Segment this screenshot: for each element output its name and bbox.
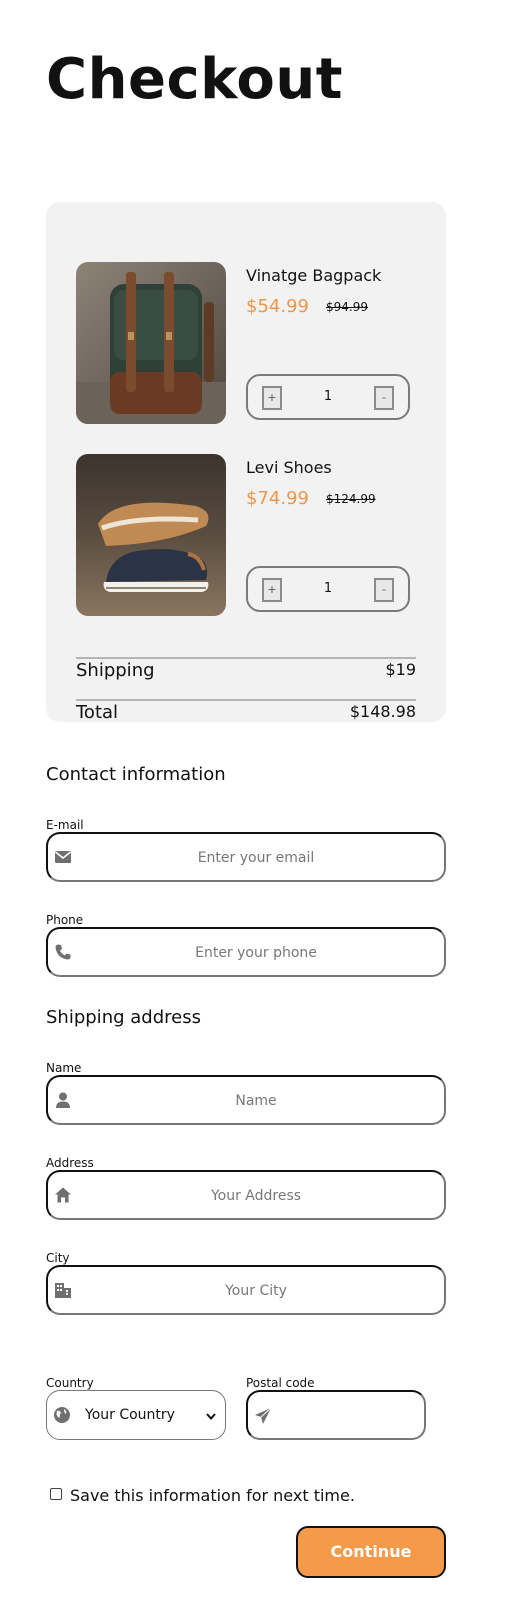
email-label: E-mail (46, 818, 84, 832)
postal-label: Postal code (246, 1376, 315, 1390)
continue-button[interactable]: Continue (296, 1526, 446, 1578)
cart-item: Vinatge Bagpack $54.99 $94.99 + 1 - (76, 262, 416, 424)
backpack-image (76, 262, 226, 424)
item-old-price: $124.99 (326, 492, 376, 506)
email-input[interactable] (78, 834, 434, 882)
item-price: $54.99 (246, 296, 309, 317)
postal-code-input[interactable] (278, 1392, 414, 1440)
divider (76, 699, 416, 701)
globe-icon (53, 1406, 71, 1424)
total-label: Total (76, 702, 119, 723)
address-field-wrapper (46, 1170, 446, 1220)
address-label: Address (46, 1156, 94, 1170)
item-name: Vinatge Bagpack (246, 266, 382, 285)
city-label: City (46, 1251, 70, 1265)
total-value: $148.98 (349, 702, 416, 721)
quantity-stepper: + 1 - (246, 566, 410, 612)
phone-label: Phone (46, 913, 84, 927)
paper-plane-icon (254, 1407, 272, 1425)
phone-field-wrapper (46, 927, 446, 977)
country-label: Country (46, 1376, 94, 1390)
building-icon (54, 1281, 72, 1299)
home-icon (54, 1186, 72, 1204)
name-field-wrapper (46, 1075, 446, 1125)
page-title: Checkout (46, 47, 343, 112)
address-input[interactable] (78, 1172, 434, 1220)
contact-section-title: Contact information (46, 764, 226, 785)
country-select[interactable]: Your Country (46, 1390, 226, 1440)
cart-summary: Vinatge Bagpack $54.99 $94.99 + 1 - Levi… (46, 202, 446, 723)
shoes-image (76, 454, 226, 616)
postal-field-wrapper (246, 1390, 426, 1440)
shipping-section-title: Shipping address (46, 1007, 201, 1028)
shipping-label: Shipping (76, 660, 155, 681)
phone-input[interactable] (78, 929, 434, 977)
decrease-button[interactable]: - (374, 386, 394, 410)
envelope-icon (54, 848, 72, 866)
country-value: Your Country (85, 1407, 175, 1423)
email-field-wrapper (46, 832, 446, 882)
item-old-price: $94.99 (326, 300, 368, 314)
cart-item: Levi Shoes $74.99 $124.99 + 1 - (76, 454, 416, 616)
city-field-wrapper (46, 1265, 446, 1315)
quantity-stepper: + 1 - (246, 374, 410, 420)
decrease-button[interactable]: - (374, 578, 394, 602)
city-input[interactable] (78, 1267, 434, 1315)
divider (76, 657, 416, 659)
save-info-checkbox[interactable] (50, 1488, 62, 1500)
phone-icon (54, 943, 72, 961)
user-icon (54, 1091, 72, 1109)
item-price: $74.99 (246, 488, 309, 509)
shipping-value: $19 (385, 660, 416, 679)
name-input[interactable] (78, 1077, 434, 1125)
save-info-label[interactable]: Save this information for next time. (70, 1486, 355, 1505)
name-label: Name (46, 1061, 82, 1075)
item-name: Levi Shoes (246, 458, 332, 477)
chevron-down-icon (205, 1407, 217, 1421)
